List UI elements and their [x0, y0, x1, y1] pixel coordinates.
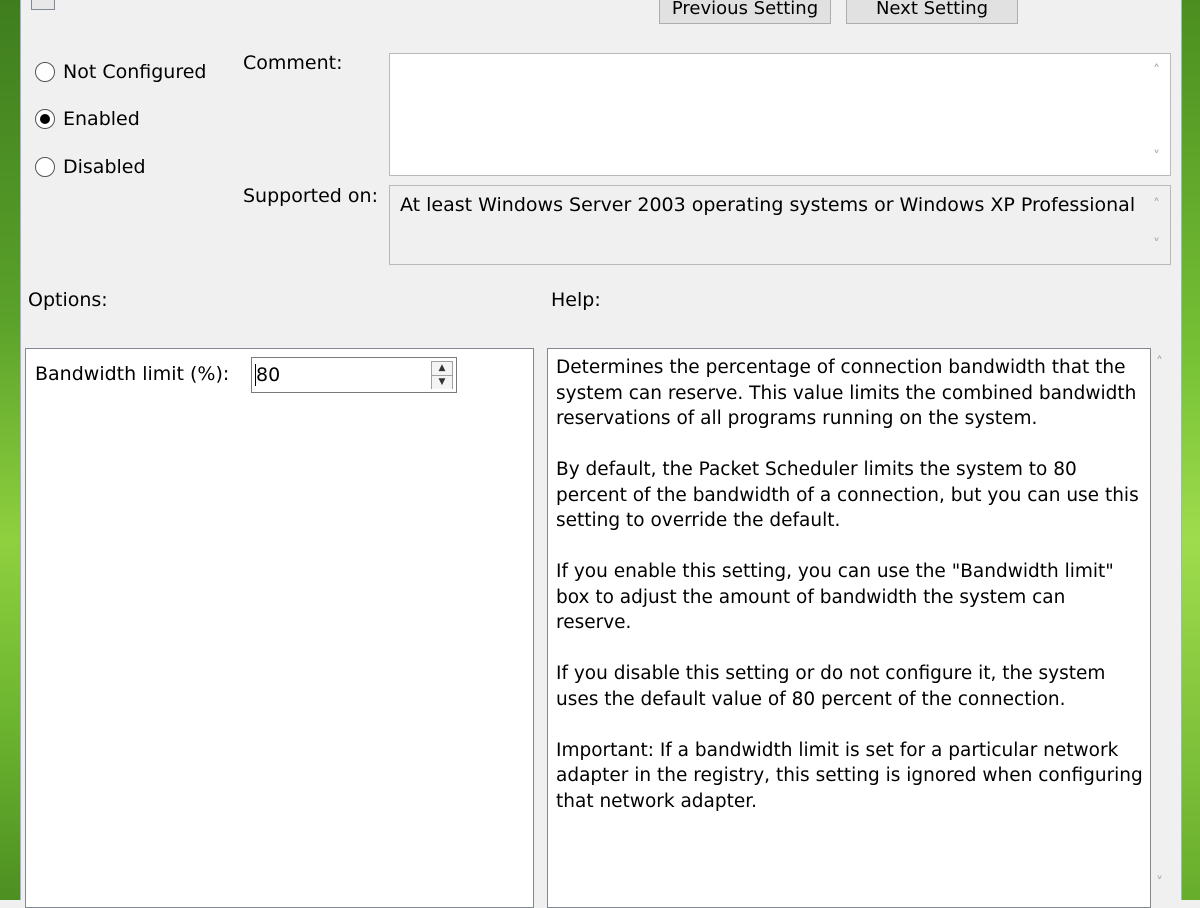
supported-on-field: At least Windows Server 2003 operating s…	[389, 185, 1171, 265]
help-panel: Determines the percentage of connection …	[547, 348, 1151, 908]
help-paragraph: By default, the Packet Scheduler limits …	[556, 459, 1139, 531]
help-text: Determines the percentage of connection …	[556, 355, 1146, 840]
scroll-up-icon[interactable]: ˄	[1153, 64, 1160, 78]
radio-not-configured-circle[interactable]	[35, 62, 55, 82]
radio-disabled-label: Disabled	[63, 156, 146, 178]
radio-not-configured[interactable]: Not Configured	[35, 61, 206, 83]
help-paragraph: Important: If a bandwidth limit is set f…	[556, 739, 1143, 812]
radio-disabled[interactable]: Disabled	[35, 156, 146, 178]
supported-on-value: At least Windows Server 2003 operating s…	[400, 194, 1136, 216]
policy-setting-dialog: Previous Setting Next Setting Not Config…	[20, 0, 1182, 908]
radio-enabled-label: Enabled	[63, 108, 140, 130]
bandwidth-limit-value[interactable]: 80	[256, 364, 280, 386]
scroll-down-icon[interactable]: ˅	[1153, 150, 1160, 164]
radio-selected-dot	[40, 114, 50, 124]
bandwidth-limit-spinbox[interactable]: 80 ▲ ▼	[251, 357, 457, 393]
next-setting-button[interactable]: Next Setting	[846, 0, 1018, 24]
desktop-wallpaper-right	[1180, 0, 1200, 900]
spin-buttons[interactable]: ▲ ▼	[431, 361, 453, 389]
supported-on-label: Supported on:	[243, 185, 378, 207]
radio-not-configured-label: Not Configured	[63, 61, 207, 83]
radio-disabled-circle[interactable]	[35, 157, 55, 177]
help-heading: Help:	[551, 289, 601, 311]
comment-textarea[interactable]: ˄ ˅	[389, 53, 1171, 176]
radio-enabled[interactable]: Enabled	[35, 108, 140, 130]
help-paragraph: Determines the percentage of connection …	[556, 357, 1137, 429]
scroll-up-icon[interactable]: ˄	[1156, 356, 1163, 370]
options-heading: Options:	[28, 289, 108, 311]
scroll-down-icon[interactable]: ˅	[1156, 876, 1163, 890]
previous-setting-button[interactable]: Previous Setting	[659, 0, 831, 24]
scroll-up-icon[interactable]: ˄	[1153, 198, 1160, 212]
help-paragraph: If you enable this setting, you can use …	[556, 561, 1114, 633]
bandwidth-limit-label: Bandwidth limit (%):	[35, 363, 230, 385]
options-panel: Bandwidth limit (%): 80 ▲ ▼	[25, 348, 534, 908]
policy-app-icon	[31, 0, 55, 10]
scroll-down-icon[interactable]: ˅	[1153, 238, 1160, 252]
help-paragraph: If you disable this setting or do not co…	[556, 663, 1106, 710]
radio-enabled-circle[interactable]	[35, 109, 55, 129]
comment-label: Comment:	[243, 52, 343, 74]
spin-up-icon[interactable]: ▲	[432, 362, 452, 376]
spin-down-icon[interactable]: ▼	[432, 376, 452, 389]
desktop-wallpaper-left	[0, 0, 20, 900]
